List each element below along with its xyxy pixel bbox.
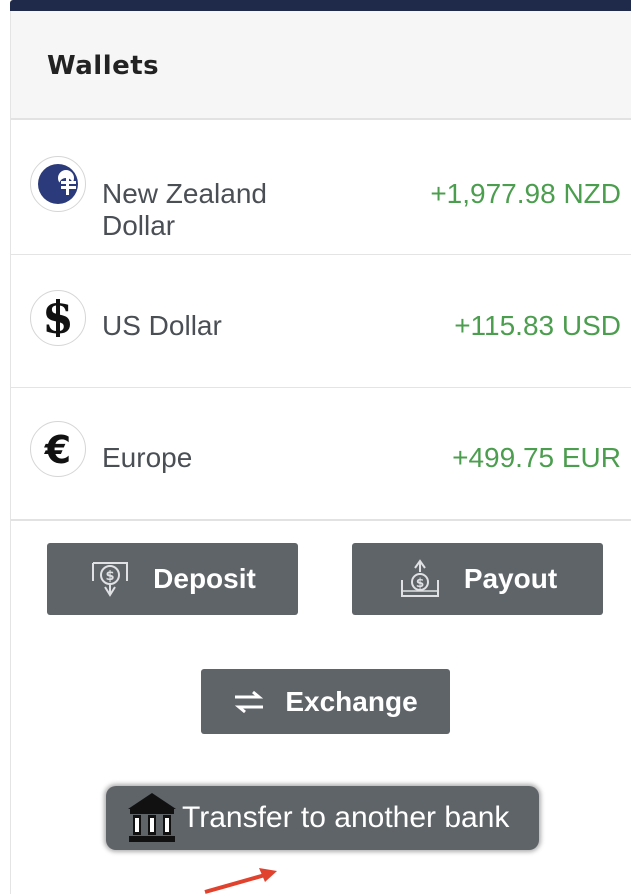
wallet-name: Europe xyxy=(102,442,193,473)
payout-icon: $ xyxy=(398,558,442,600)
wallet-name: New Zealand Dollar xyxy=(102,178,267,241)
wallet-row-usd[interactable]: S US Dollar +115.83 USD xyxy=(11,255,631,388)
euro-currency-icon: € xyxy=(30,421,86,477)
deposit-icon: $ xyxy=(89,559,131,599)
exchange-arrows-icon xyxy=(233,690,265,714)
annotation-arrow-icon xyxy=(204,868,277,894)
panel-header: Wallets xyxy=(11,11,631,120)
wallet-name: US Dollar xyxy=(102,310,222,341)
wallet-row-eur[interactable]: € Europe +499.75 EUR xyxy=(11,388,631,521)
exchange-button[interactable]: Exchange xyxy=(201,669,450,734)
bank-icon xyxy=(126,791,178,845)
wallet-amount: +1,977.98 NZD xyxy=(430,178,621,209)
exchange-label: Exchange xyxy=(285,685,418,717)
svg-text:€: € xyxy=(44,428,71,472)
wallets-panel: Wallets New Zealand Dollar +1,977.98 NZD… xyxy=(10,11,631,894)
deposit-label: Deposit xyxy=(153,563,256,594)
svg-text:$: $ xyxy=(416,576,424,590)
top-accent-bar xyxy=(10,0,631,11)
usd-currency-icon: S xyxy=(30,290,86,346)
transfer-to-bank-button[interactable]: Transfer to another bank xyxy=(106,786,539,850)
wallet-row-nzd[interactable]: New Zealand Dollar +1,977.98 NZD xyxy=(11,122,631,255)
deposit-button[interactable]: $ Deposit xyxy=(47,543,298,615)
nzd-currency-icon xyxy=(30,156,86,212)
payout-button[interactable]: $ Payout xyxy=(352,543,603,615)
svg-text:$: $ xyxy=(106,569,115,584)
payout-label: Payout xyxy=(463,563,558,594)
wallet-amount: +115.83 USD xyxy=(454,310,621,341)
transfer-label: Transfer to another bank xyxy=(182,801,510,834)
panel-title: Wallets xyxy=(47,51,160,81)
wallet-amount: +499.75 EUR xyxy=(452,442,621,473)
